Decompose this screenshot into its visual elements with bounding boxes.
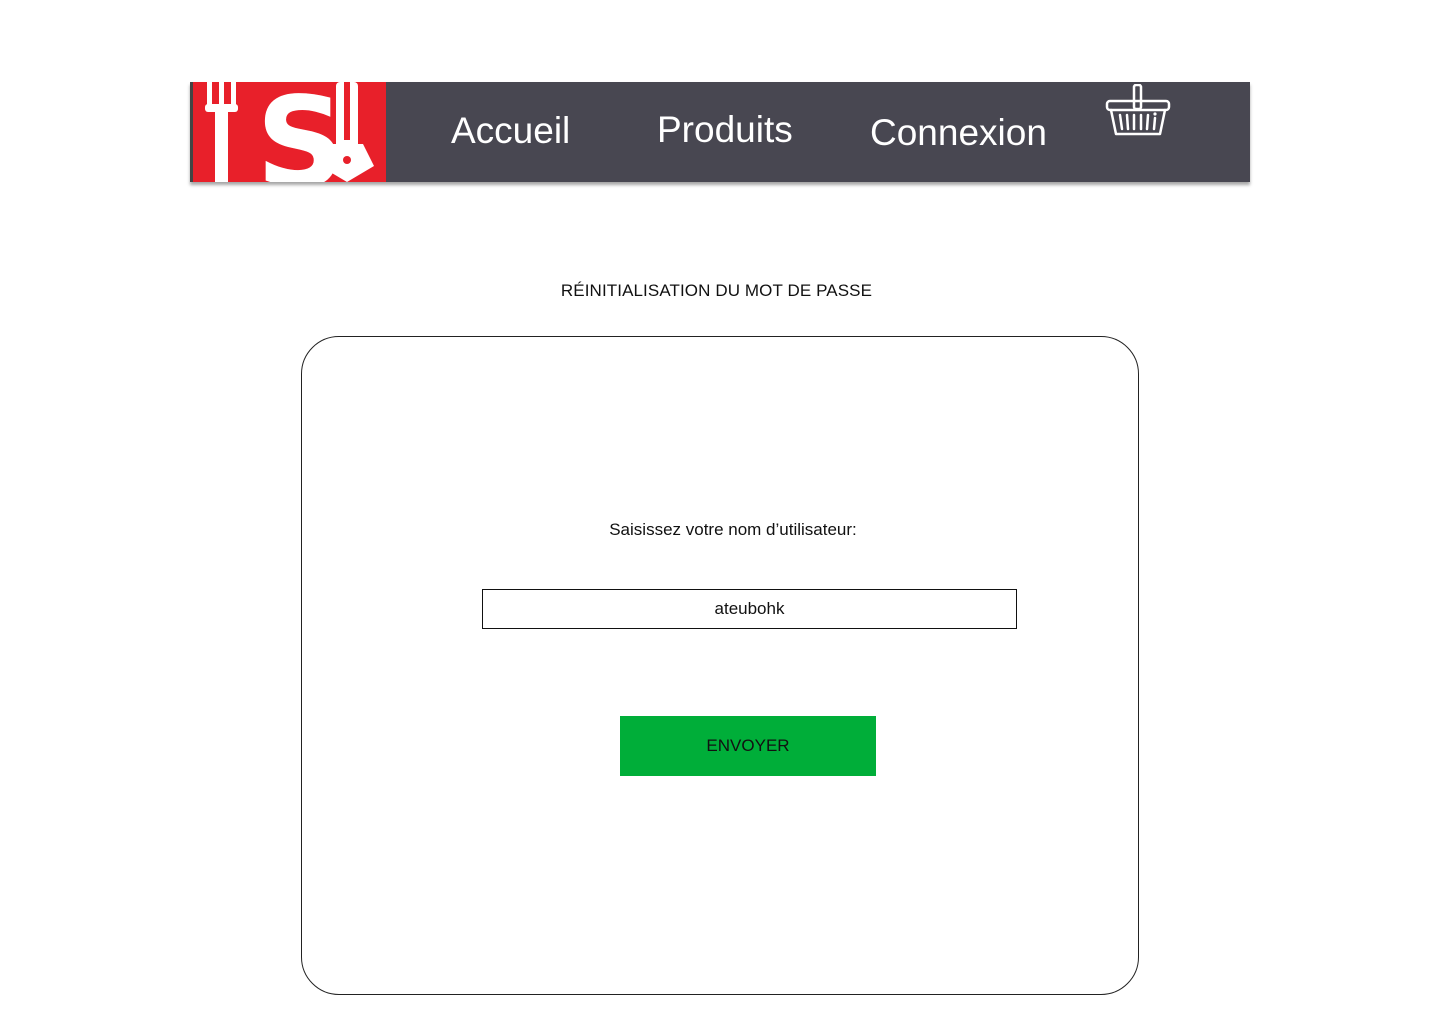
nav-link-produits[interactable]: Produits xyxy=(657,111,793,148)
page-title: RÉINITIALISATION DU MOT DE PASSE xyxy=(560,281,873,300)
basket-icon xyxy=(1105,83,1171,136)
send-button[interactable]: ENVOYER xyxy=(620,716,876,776)
username-input[interactable] xyxy=(482,589,1017,629)
username-prompt-label: Saisissez votre nom d’utilisateur: xyxy=(609,520,857,539)
site-logo[interactable]: S xyxy=(190,82,386,182)
nav-link-accueil[interactable]: Accueil xyxy=(451,112,570,149)
nav-link-connexion[interactable]: Connexion xyxy=(870,114,1047,151)
reset-form-card xyxy=(301,336,1139,995)
navbar: S Accueil Produits Connexion xyxy=(190,82,1250,182)
cart-button[interactable] xyxy=(1105,83,1171,138)
restaurant-logo-icon: S xyxy=(190,82,386,182)
